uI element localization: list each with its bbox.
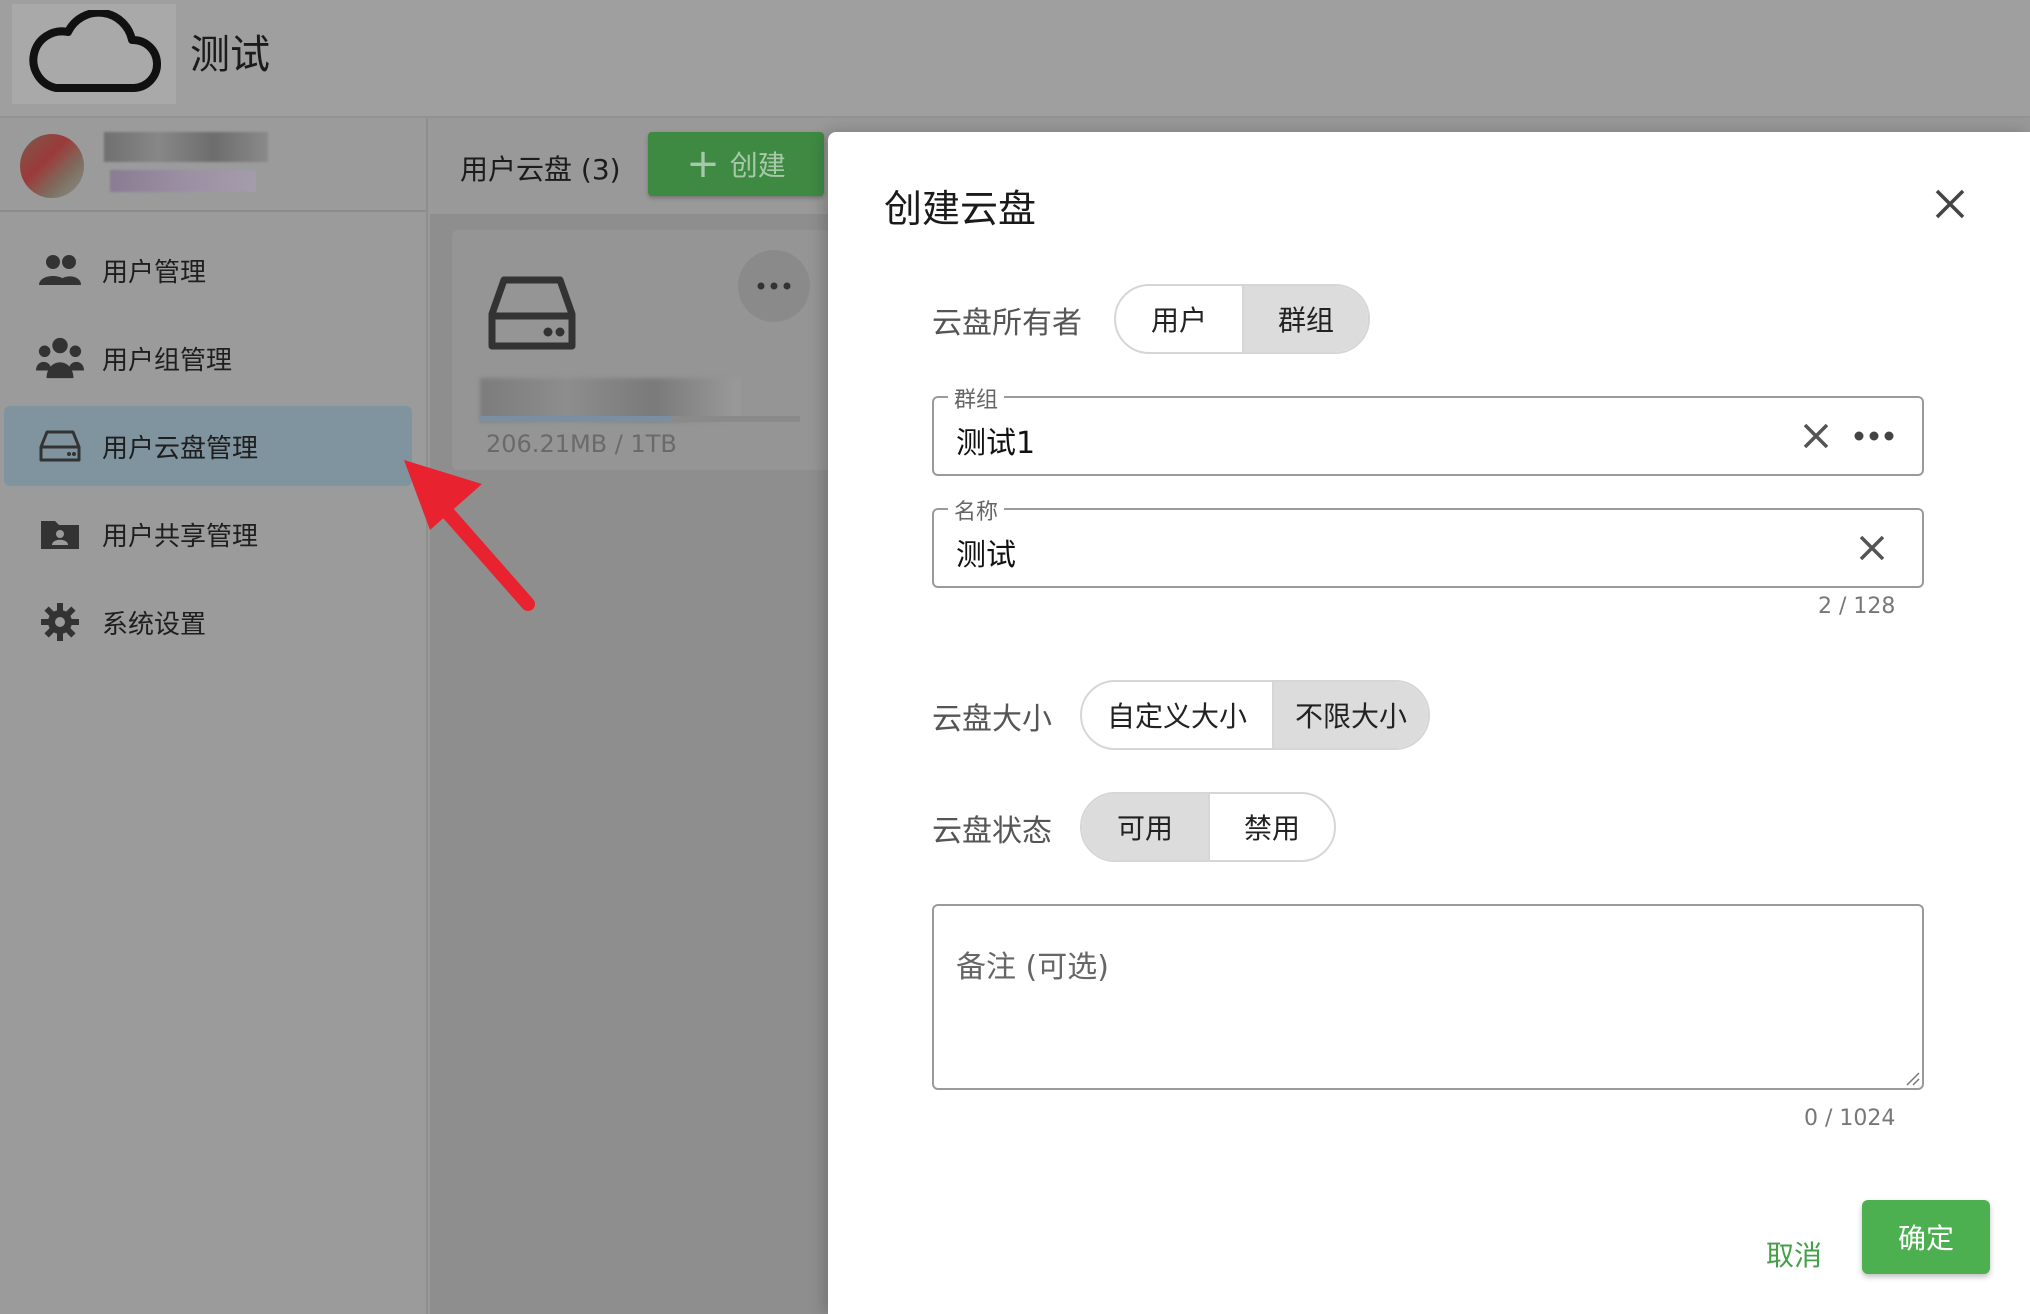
user-profile[interactable] — [0, 118, 426, 212]
size-option-unlimited[interactable]: 不限大小 — [1272, 682, 1428, 748]
red-arrow-annotation — [404, 460, 535, 611]
sidebar-item-settings[interactable]: 系统设置 — [4, 582, 412, 662]
close-icon[interactable] — [1926, 180, 1974, 228]
sidebar-item-cloud-disks[interactable]: 用户云盘管理 — [4, 406, 412, 486]
confirm-button[interactable]: 确定 — [1862, 1200, 1990, 1274]
owner-option-group[interactable]: 群组 — [1242, 286, 1368, 352]
sidebar-item-label: 用户管理 — [102, 257, 207, 288]
sidebar-item-user-groups[interactable]: 用户组管理 — [4, 318, 412, 398]
hard-drive-icon — [36, 422, 84, 470]
sidebar: 用户管理 用户组管理 用户云盘管理 用户共享管理 系统设置 — [0, 118, 428, 1314]
users-icon — [36, 246, 84, 294]
app-logo — [12, 4, 176, 104]
cloud-icon — [29, 10, 161, 92]
owner-label: 云盘所有者 — [932, 306, 1082, 341]
group-field-value[interactable]: 测试1 — [956, 418, 1035, 462]
create-button[interactable]: + 创建 — [648, 132, 824, 196]
note-placeholder: 备注 (可选) — [956, 950, 1109, 985]
plus-icon: + — [686, 141, 720, 187]
status-toggle: 可用 禁用 — [1080, 792, 1336, 862]
name-field-legend: 名称 — [948, 494, 1005, 526]
size-toggle: 自定义大小 不限大小 — [1080, 680, 1430, 750]
disk-card[interactable]: 206.21MB / 1TB — [452, 230, 832, 470]
user-role-redacted — [110, 170, 256, 192]
user-group-icon — [36, 334, 84, 382]
name-field-value[interactable]: 测试 — [956, 530, 1016, 574]
status-option-enabled[interactable]: 可用 — [1082, 794, 1208, 860]
sidebar-item-label: 系统设置 — [102, 609, 207, 640]
group-field-legend: 群组 — [948, 382, 1005, 414]
note-char-counter: 0 / 1024 — [1804, 1106, 1896, 1131]
owner-option-user[interactable]: 用户 — [1116, 286, 1242, 352]
more-options-icon[interactable] — [738, 250, 810, 322]
disk-usage-bar — [480, 416, 800, 422]
hard-drive-icon — [488, 276, 576, 350]
create-button-label: 创建 — [729, 149, 786, 182]
name-field[interactable]: 名称 测试 — [932, 494, 1924, 588]
sidebar-item-label: 用户组管理 — [102, 345, 233, 376]
status-option-disabled[interactable]: 禁用 — [1208, 794, 1334, 860]
app-title: 测试 — [190, 32, 270, 78]
dialog-title: 创建云盘 — [884, 187, 1037, 231]
sidebar-item-users[interactable]: 用户管理 — [4, 230, 412, 310]
cancel-button[interactable]: 取消 — [1734, 1224, 1854, 1284]
size-option-custom[interactable]: 自定义大小 — [1082, 682, 1272, 748]
group-field[interactable]: 群组 测试1 — [932, 382, 1924, 476]
more-options-icon[interactable] — [1850, 416, 1898, 456]
resize-grip-icon[interactable] — [1904, 1070, 1920, 1086]
clear-icon[interactable] — [1796, 416, 1836, 456]
top-bar: 测试 — [0, 0, 2030, 118]
gear-icon — [36, 598, 84, 646]
owner-toggle: 用户 群组 — [1114, 284, 1370, 354]
user-name-redacted — [104, 132, 268, 162]
sidebar-item-shares[interactable]: 用户共享管理 — [4, 494, 412, 574]
shared-folder-icon — [36, 510, 84, 558]
status-label: 云盘状态 — [932, 814, 1052, 849]
section-title: 用户云盘 (3) — [460, 153, 621, 186]
note-textarea[interactable]: 备注 (可选) — [932, 904, 1924, 1090]
create-disk-dialog: 创建云盘 云盘所有者 用户 群组 群组 测试1 名称 测试 2 / 128 云盘… — [828, 132, 2030, 1314]
sidebar-item-label: 用户云盘管理 — [102, 433, 259, 464]
clear-icon[interactable] — [1852, 528, 1892, 568]
size-label: 云盘大小 — [932, 702, 1052, 737]
sidebar-item-label: 用户共享管理 — [102, 521, 259, 552]
avatar — [20, 134, 84, 198]
name-char-counter: 2 / 128 — [1818, 594, 1896, 619]
